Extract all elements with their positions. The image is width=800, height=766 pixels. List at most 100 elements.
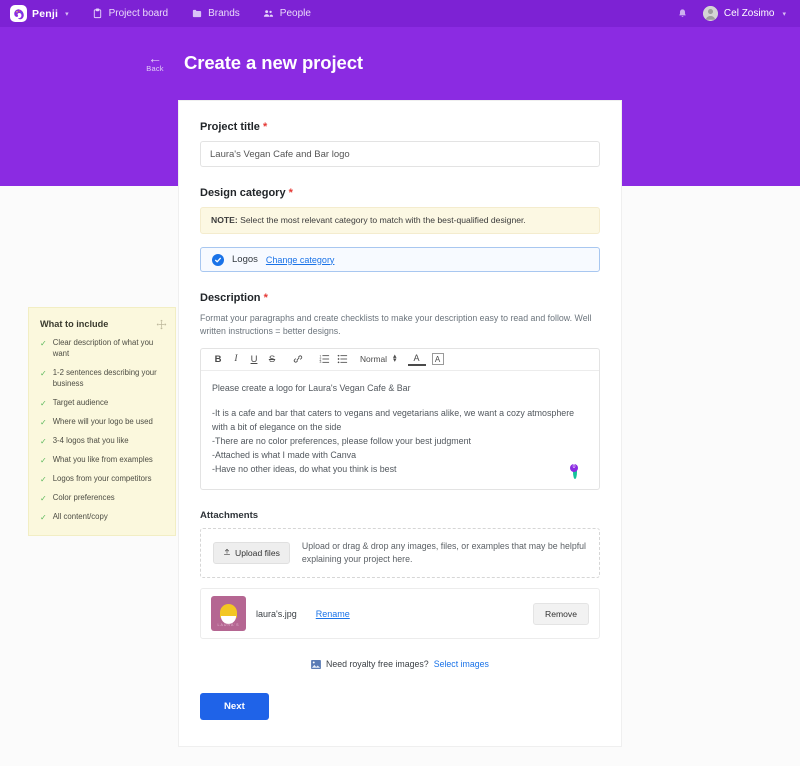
remove-button[interactable]: Remove xyxy=(533,602,589,625)
navbar-right-group: Cel Zosimo ▾ xyxy=(676,6,790,21)
next-button[interactable]: Next xyxy=(200,693,269,721)
nav-item-label: Brands xyxy=(208,8,240,19)
upload-files-button[interactable]: Upload files xyxy=(213,541,290,564)
design-category-label: Design category * xyxy=(200,187,600,199)
italic-button[interactable]: I xyxy=(227,350,245,368)
user-menu[interactable]: Cel Zosimo ▾ xyxy=(702,6,786,21)
dropzone-text: Upload or drag & drop any images, files,… xyxy=(301,540,587,564)
thumb-logo-shape xyxy=(220,604,237,625)
category-note: NOTE: Select the most relevant category … xyxy=(200,207,600,235)
tip-label: Where will your logo be used xyxy=(52,416,153,426)
chevron-down-icon: ▾ xyxy=(782,10,786,18)
format-select-value: Normal xyxy=(360,354,387,365)
attachments-title: Attachments xyxy=(200,509,259,521)
tip-item: ✓ Clear description of what you want xyxy=(40,338,164,360)
strikethrough-button[interactable]: S xyxy=(263,350,281,368)
user-name: Cel Zosimo xyxy=(723,8,775,19)
avatar xyxy=(702,6,718,21)
description-line: -Attached is what I made with Canva xyxy=(212,449,357,460)
check-icon: ✓ xyxy=(40,493,47,503)
nav-item-people[interactable]: People xyxy=(262,8,311,20)
ordered-list-icon[interactable]: 1 2 3 xyxy=(315,350,333,368)
tip-label: 3-4 logos that you like xyxy=(52,435,129,445)
tip-item: ✓ Target audience xyxy=(40,398,164,409)
editor-toolbar: B I U S 1 2 3 Normal ▴ ▾ A A xyxy=(201,349,599,371)
required-asterisk: * xyxy=(263,292,268,305)
description-line: Please create a logo for Laura's Vegan C… xyxy=(212,382,411,393)
image-icon xyxy=(311,659,321,669)
check-icon: ✓ xyxy=(40,474,47,484)
tip-label: Logos from your competitors xyxy=(52,473,152,483)
tip-item: ✓ All content/copy xyxy=(40,512,164,523)
check-icon: ✓ xyxy=(40,512,47,522)
royalty-free-row: Need royalty free images? Select images xyxy=(200,659,600,669)
select-images-link[interactable]: Select images xyxy=(434,659,489,669)
rich-text-editor: B I U S 1 2 3 Normal ▴ ▾ A A Please crea… xyxy=(200,347,600,490)
back-button[interactable]: ← Back xyxy=(142,51,168,73)
description-line: -Have no other ideas, do what you think … xyxy=(212,463,397,474)
upload-files-label: Upload files xyxy=(235,547,280,558)
tips-title: What to include xyxy=(40,319,109,329)
folder-icon xyxy=(190,8,203,20)
format-select[interactable]: Normal ▴ ▾ xyxy=(360,353,397,365)
bullet-list-icon[interactable] xyxy=(333,350,351,368)
selected-category-row[interactable]: Logos Change category xyxy=(200,247,600,273)
text-color-button[interactable]: A xyxy=(407,353,426,366)
grammarly-icon[interactable]: 0 xyxy=(570,463,588,481)
move-handle-icon[interactable] xyxy=(156,317,167,330)
check-icon: ✓ xyxy=(40,455,47,465)
people-icon xyxy=(262,8,275,20)
app-page: Penji ▾ Project board Brands People Cel … xyxy=(0,0,800,766)
bold-button[interactable]: B xyxy=(209,350,227,368)
royalty-free-text: Need royalty free images? xyxy=(326,659,429,670)
project-title-label-text: Project title xyxy=(200,121,260,133)
description-line: -There are no color preferences, please … xyxy=(212,436,471,447)
underline-button[interactable]: U xyxy=(245,350,263,368)
link-icon[interactable] xyxy=(289,350,307,368)
check-icon: ✓ xyxy=(40,398,47,408)
description-blank-line xyxy=(212,395,588,407)
project-title-input[interactable] xyxy=(200,141,600,167)
tip-label: Color preferences xyxy=(52,492,115,502)
page-header: ← Back Create a new project xyxy=(0,51,800,74)
check-icon: ✓ xyxy=(40,368,47,378)
nav-item-label: Project board xyxy=(108,8,169,19)
change-category-link[interactable]: Change category xyxy=(266,255,335,265)
check-icon: ✓ xyxy=(40,436,47,446)
project-title-label: Project title * xyxy=(200,121,600,133)
required-asterisk: * xyxy=(262,121,268,133)
tip-item: ✓ Where will your logo be used xyxy=(40,417,164,428)
tip-item: ✓ What you like from examples xyxy=(40,455,164,466)
description-textarea[interactable]: Please create a logo for Laura's Vegan C… xyxy=(201,371,599,489)
upload-icon xyxy=(223,548,231,558)
tip-item: ✓ 1-2 sentences describing your business xyxy=(40,368,164,390)
rename-link[interactable]: Rename xyxy=(316,609,350,619)
background-color-button[interactable]: A xyxy=(431,353,444,366)
tip-label: Target audience xyxy=(52,397,109,407)
chevron-down-icon: ▾ xyxy=(65,10,69,18)
tip-label: What you like from examples xyxy=(52,454,153,464)
note-prefix: NOTE: xyxy=(211,215,238,225)
navbar-left-group: Penji ▾ Project board Brands People xyxy=(10,5,333,22)
bell-icon[interactable] xyxy=(676,8,689,20)
stepper-icon: ▴ ▾ xyxy=(393,353,397,365)
grammarly-circle: 0 xyxy=(570,463,578,479)
clipboard-icon xyxy=(91,8,104,20)
description-group: Description * Format your paragraphs and… xyxy=(200,292,600,490)
design-category-group: Design category * NOTE: Select the most … xyxy=(200,187,600,273)
nav-item-brands[interactable]: Brands xyxy=(190,8,240,20)
file-dropzone[interactable]: Upload files Upload or drag & drop any i… xyxy=(200,527,600,579)
tip-item: ✓ Color preferences xyxy=(40,493,164,504)
tip-label: Clear description of what you want xyxy=(52,338,154,358)
attachment-filename: laura's.jpg xyxy=(256,608,297,619)
selected-category-name: Logos xyxy=(232,254,258,266)
note-text: Select the most relevant category to mat… xyxy=(237,215,526,225)
back-label: Back xyxy=(146,64,164,73)
brand-menu[interactable]: Penji ▾ xyxy=(10,5,69,22)
tip-label: 1-2 sentences describing your business xyxy=(52,367,157,388)
attachment-thumbnail[interactable]: LAURA'S xyxy=(211,596,246,632)
tip-label: All content/copy xyxy=(52,511,108,521)
page-title: Create a new project xyxy=(184,52,363,73)
nav-item-project-board[interactable]: Project board xyxy=(91,8,168,20)
check-circle-icon xyxy=(212,253,224,266)
